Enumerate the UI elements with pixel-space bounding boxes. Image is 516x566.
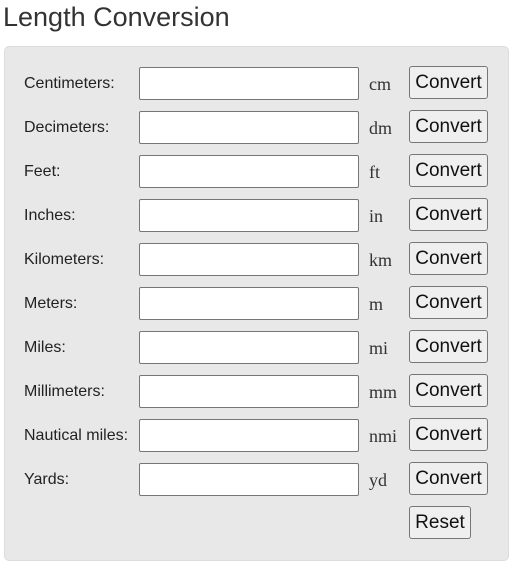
label-dm: Decimeters:: [24, 119, 110, 136]
row-cm: Centimeters: cm Convert: [5, 66, 508, 101]
row-in: Inches: in Convert: [5, 198, 508, 233]
input-in[interactable]: [139, 199, 359, 232]
row-m: Meters: m Convert: [5, 286, 508, 321]
convert-button-dm[interactable]: Convert: [409, 110, 488, 143]
row-nmi: Nautical miles: nmi Convert: [5, 418, 508, 453]
convert-button-km[interactable]: Convert: [409, 242, 488, 275]
convert-button-cm[interactable]: Convert: [409, 66, 488, 99]
page-title: Length Conversion: [3, 2, 230, 32]
input-mm[interactable]: [139, 375, 359, 408]
input-km[interactable]: [139, 243, 359, 276]
convert-button-mm[interactable]: Convert: [409, 374, 488, 407]
unit-m: m: [369, 294, 384, 314]
row-ft: Feet: ft Convert: [5, 154, 508, 189]
row-km: Kilometers: km Convert: [5, 242, 508, 277]
unit-km: km: [369, 250, 393, 270]
unit-cm: cm: [369, 74, 391, 94]
unit-yd: yd: [369, 470, 387, 490]
input-cm[interactable]: [139, 67, 359, 100]
unit-ft: ft: [369, 162, 380, 182]
input-yd[interactable]: [139, 463, 359, 496]
conversion-form: Centimeters: cm Convert Decimeters: dm Conver…: [4, 46, 509, 561]
reset-button[interactable]: Reset: [409, 506, 471, 539]
row-dm: Decimeters: dm Convert: [5, 110, 508, 145]
unit-in: in: [369, 206, 384, 226]
label-ft: Feet:: [24, 163, 61, 180]
row-yd: Yards: yd Convert: [5, 462, 508, 497]
label-m: Meters:: [24, 295, 78, 312]
label-km: Kilometers:: [24, 251, 105, 268]
label-nmi: Nautical miles:: [24, 427, 129, 444]
label-cm: Centimeters:: [24, 75, 115, 92]
convert-button-in[interactable]: Convert: [409, 198, 488, 231]
input-mi[interactable]: [139, 331, 359, 364]
label-yd: Yards:: [24, 471, 70, 488]
input-nmi[interactable]: [139, 419, 359, 452]
label-mm: Millimeters:: [24, 383, 105, 400]
unit-nmi: nmi: [369, 426, 398, 446]
convert-button-mi[interactable]: Convert: [409, 330, 488, 363]
label-mi: Miles:: [24, 339, 66, 356]
label-in: Inches:: [24, 207, 76, 224]
unit-dm: dm: [369, 118, 393, 138]
row-mm: Millimeters: mm Convert: [5, 374, 508, 409]
input-ft[interactable]: [139, 155, 359, 188]
unit-mi: mi: [369, 338, 389, 358]
input-dm[interactable]: [139, 111, 359, 144]
reset-row: Reset: [5, 506, 508, 541]
convert-button-ft[interactable]: Convert: [409, 154, 488, 187]
input-m[interactable]: [139, 287, 359, 320]
convert-button-m[interactable]: Convert: [409, 286, 488, 319]
row-mi: Miles: mi Convert: [5, 330, 508, 365]
unit-mm: mm: [369, 382, 398, 402]
convert-button-nmi[interactable]: Convert: [409, 418, 488, 451]
convert-button-yd[interactable]: Convert: [409, 462, 488, 495]
